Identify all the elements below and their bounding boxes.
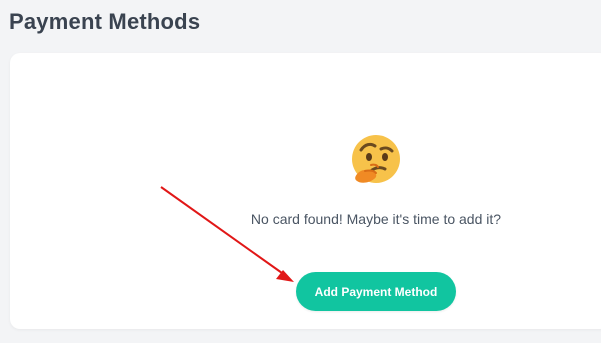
payment-methods-card: No card found! Maybe it's time to add it… xyxy=(10,53,601,329)
empty-state-message: No card found! Maybe it's time to add it… xyxy=(250,211,502,227)
thinking-face-icon xyxy=(352,135,400,183)
add-payment-method-button[interactable]: Add Payment Method xyxy=(296,272,456,311)
page-title: Payment Methods xyxy=(9,9,201,34)
